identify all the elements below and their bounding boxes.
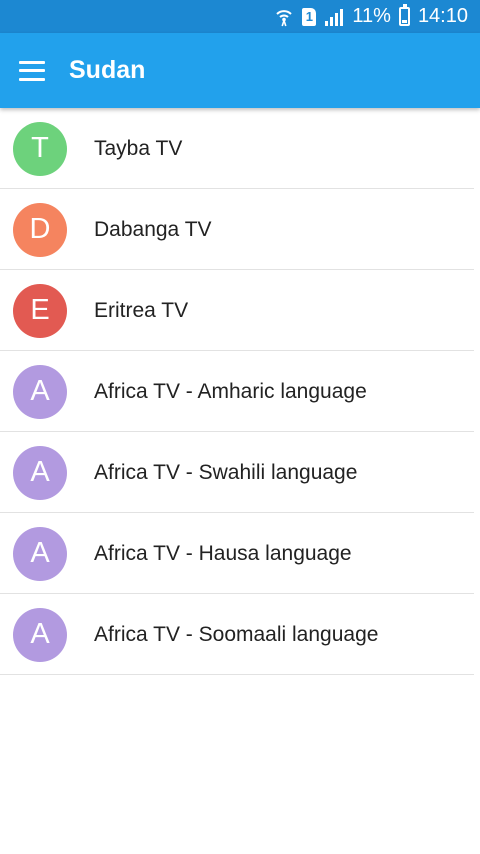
avatar: A [13,445,67,500]
list-item[interactable]: T Tayba TV [0,108,480,189]
channel-name: Africa TV - Soomaali language [94,622,379,646]
avatar: T [13,121,67,176]
status-bar: 1 11% 14:10 [0,0,480,33]
status-time: 14:10 [417,5,468,27]
hamburger-menu-icon[interactable] [19,60,45,81]
sim-icon: 1 [302,7,317,26]
avatar: E [13,283,67,338]
page-title: Sudan [69,56,146,84]
app-bar: Sudan [0,33,480,108]
list-item[interactable]: A Africa TV - Soomaali language [0,594,480,675]
avatar: D [13,202,67,257]
avatar: A [13,364,67,419]
channel-name: Tayba TV [94,136,183,160]
list-item[interactable]: E Eritrea TV [0,270,480,351]
battery-percent: 11% [352,5,391,27]
avatar: A [13,526,67,581]
channel-name: Africa TV - Swahili language [94,460,358,484]
list-item[interactable]: A Africa TV - Hausa language [0,513,480,594]
wifi-hotspot-icon [274,7,294,27]
battery-charging-icon [398,4,410,26]
channel-name: Eritrea TV [94,298,189,322]
channel-name: Africa TV - Hausa language [94,541,352,565]
list-item[interactable]: A Africa TV - Swahili language [0,432,480,513]
signal-strength-icon [324,8,344,26]
channel-name: Africa TV - Amharic language [94,379,367,403]
list-item[interactable]: A Africa TV - Amharic language [0,351,480,432]
channel-list: T Tayba TV D Dabanga TV E Eritrea TV A Africa T… [0,108,480,675]
avatar: A [13,607,67,662]
channel-name: Dabanga TV [94,217,212,241]
list-item[interactable]: D Dabanga TV [0,189,480,270]
